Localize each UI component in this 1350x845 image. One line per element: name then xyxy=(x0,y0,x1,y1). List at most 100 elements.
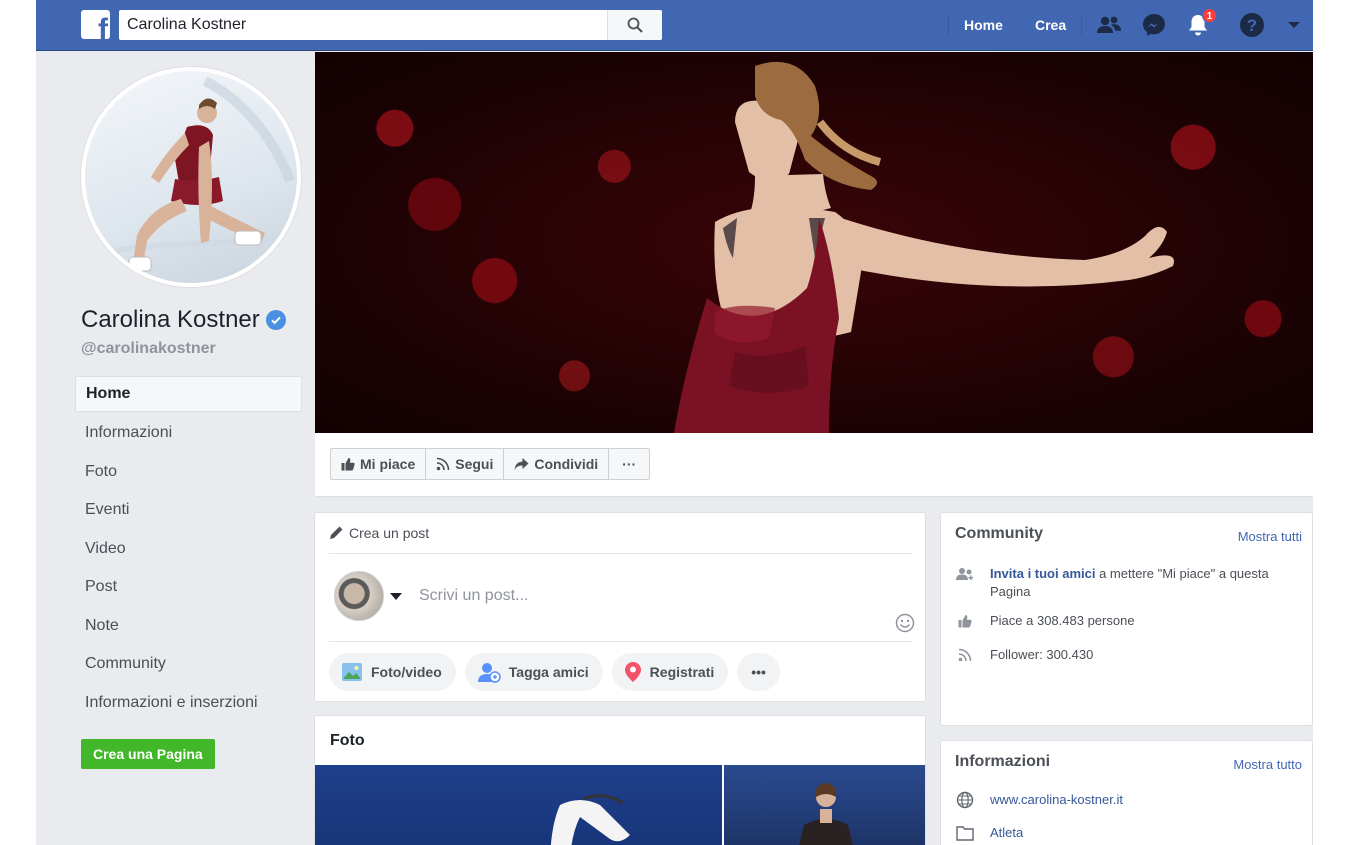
photo-skater-illustration xyxy=(799,783,853,845)
likes-row: Piace a 308.483 persone xyxy=(955,612,1135,630)
cover-skater-illustration xyxy=(674,61,1174,433)
tag-friends-icon xyxy=(477,663,501,683)
community-card: Community Mostra tutti Invita i tuoi ami… xyxy=(940,512,1313,726)
friends-icon[interactable] xyxy=(1095,11,1123,39)
thumbs-up-icon xyxy=(955,612,975,630)
category-link[interactable]: Atleta xyxy=(990,824,1023,842)
category-row: Atleta xyxy=(955,824,1023,842)
followers-row: Follower: 300.430 xyxy=(955,646,1093,664)
facebook-logo-icon[interactable]: f xyxy=(81,10,110,39)
photos-card: Foto xyxy=(314,715,926,845)
page-action-bar: Mi piace Segui Condividi ··· xyxy=(315,433,1313,497)
photo-video-label: Foto/video xyxy=(371,664,442,680)
tag-friends-label: Tagga amici xyxy=(508,664,589,680)
cover-photo[interactable] xyxy=(315,52,1313,433)
composer-actions: Foto/video Tagga amici Registrati ••• xyxy=(329,653,780,691)
page-action-group: Mi piace Segui Condividi ··· xyxy=(330,448,651,480)
check-in-label: Registrati xyxy=(649,664,715,680)
sidebar-item-home[interactable]: Home xyxy=(75,376,302,412)
photo-thumbnail[interactable] xyxy=(315,765,722,845)
community-see-all-link[interactable]: Mostra tutti xyxy=(1238,529,1302,544)
follow-label: Segui xyxy=(455,456,494,472)
search-button[interactable] xyxy=(607,10,662,40)
nav-create-link[interactable]: Crea xyxy=(1035,17,1066,33)
photo-skater-illustration xyxy=(550,794,630,845)
help-icon[interactable]: ? xyxy=(1238,11,1266,39)
sidebar-item-informazioni[interactable]: Informazioni xyxy=(75,414,302,453)
photo-icon xyxy=(342,663,362,681)
invite-friends-row: Invita i tuoi amici a mettere "Mi piace"… xyxy=(955,565,1275,601)
search-box xyxy=(119,10,662,40)
rss-icon xyxy=(436,457,450,471)
sidebar-item-foto[interactable]: Foto xyxy=(75,453,302,492)
followers-count-text: Follower: 300.430 xyxy=(990,647,1094,662)
share-button[interactable]: Condividi xyxy=(504,449,610,479)
composer-avatar[interactable] xyxy=(334,571,384,621)
like-label: Mi piace xyxy=(360,456,416,472)
sidebar-item-note[interactable]: Note xyxy=(75,607,302,646)
caret-down-icon[interactable] xyxy=(1280,11,1308,39)
post-composer: Crea un post Foto/video Tagga amici Regi… xyxy=(314,512,926,702)
sidebar-item-video[interactable]: Video xyxy=(75,530,302,569)
composer-header[interactable]: Crea un post xyxy=(329,525,429,541)
community-title: Community xyxy=(955,525,1043,542)
like-button[interactable]: Mi piace xyxy=(331,449,427,479)
follow-button[interactable]: Segui xyxy=(426,449,505,479)
search-input[interactable] xyxy=(119,10,607,40)
svg-text:?: ? xyxy=(1247,16,1257,35)
website-row: www.carolina-kostner.it xyxy=(955,791,1123,809)
tag-friends-button[interactable]: Tagga amici xyxy=(464,653,603,691)
divider xyxy=(329,641,912,642)
top-bar: f Home Crea 1 ? xyxy=(36,0,1313,51)
left-column: Carolina Kostner @carolinakostner Home I… xyxy=(36,51,314,845)
messenger-icon[interactable] xyxy=(1140,11,1168,39)
profile-picture-frame[interactable] xyxy=(81,67,301,287)
globe-icon xyxy=(955,791,975,809)
emoji-icon[interactable] xyxy=(895,613,915,638)
verified-badge-icon xyxy=(265,310,286,330)
profile-picture xyxy=(85,71,297,283)
invite-friends-icon xyxy=(955,565,975,583)
more-options-button[interactable]: ••• xyxy=(737,653,780,691)
search-icon xyxy=(627,17,643,33)
sidebar-item-post[interactable]: Post xyxy=(75,568,302,607)
info-card: Informazioni Mostra tutto www.carolina-k… xyxy=(940,740,1313,845)
composer-title-text: Crea un post xyxy=(349,525,430,541)
sidebar-item-info-ads[interactable]: Informazioni e inserzioni xyxy=(75,684,302,723)
share-label: Condividi xyxy=(534,456,599,472)
website-link[interactable]: www.carolina-kostner.it xyxy=(990,791,1123,809)
post-text-input[interactable] xyxy=(419,586,879,606)
info-see-all-link[interactable]: Mostra tutto xyxy=(1233,757,1302,772)
sidebar-item-community[interactable]: Community xyxy=(75,645,302,684)
check-in-button[interactable]: Registrati xyxy=(611,653,729,691)
caret-down-icon[interactable] xyxy=(390,593,402,600)
photos-title[interactable]: Foto xyxy=(330,732,365,750)
facebook-logo-letter: f xyxy=(98,13,108,40)
invite-friends-link[interactable]: Invita i tuoi amici xyxy=(990,566,1095,581)
invite-text: Invita i tuoi amici a mettere "Mi piace"… xyxy=(990,565,1275,601)
location-pin-icon xyxy=(624,662,641,682)
photo-thumbnail[interactable] xyxy=(724,765,925,845)
photo-video-button[interactable]: Foto/video xyxy=(329,653,456,691)
divider xyxy=(329,553,912,554)
app-root: f Home Crea 1 ? xyxy=(0,0,1350,845)
more-actions-button[interactable]: ··· xyxy=(609,449,649,479)
page-title: Carolina Kostner xyxy=(81,306,286,334)
nav-separator xyxy=(948,14,949,36)
notification-badge: 1 xyxy=(1202,8,1217,23)
facebook-page-frame: f Home Crea 1 ? xyxy=(36,0,1313,845)
thumbs-up-icon xyxy=(341,458,355,471)
nav-home-link[interactable]: Home xyxy=(964,17,1003,33)
info-title: Informazioni xyxy=(955,753,1051,770)
nav-separator xyxy=(1081,14,1082,36)
likes-count-text: Piace a 308.483 persone xyxy=(990,613,1135,628)
page-name-text: Carolina Kostner xyxy=(81,306,260,333)
create-page-button[interactable]: Crea una Pagina xyxy=(81,739,215,769)
rss-icon xyxy=(955,646,975,664)
share-arrow-icon xyxy=(514,458,529,470)
category-icon xyxy=(955,824,975,842)
sidebar-item-eventi[interactable]: Eventi xyxy=(75,491,302,530)
sidebar-nav: Home Informazioni Foto Eventi Video Post… xyxy=(75,376,302,722)
pencil-icon xyxy=(330,526,343,539)
page-username[interactable]: @carolinakostner xyxy=(81,340,216,358)
